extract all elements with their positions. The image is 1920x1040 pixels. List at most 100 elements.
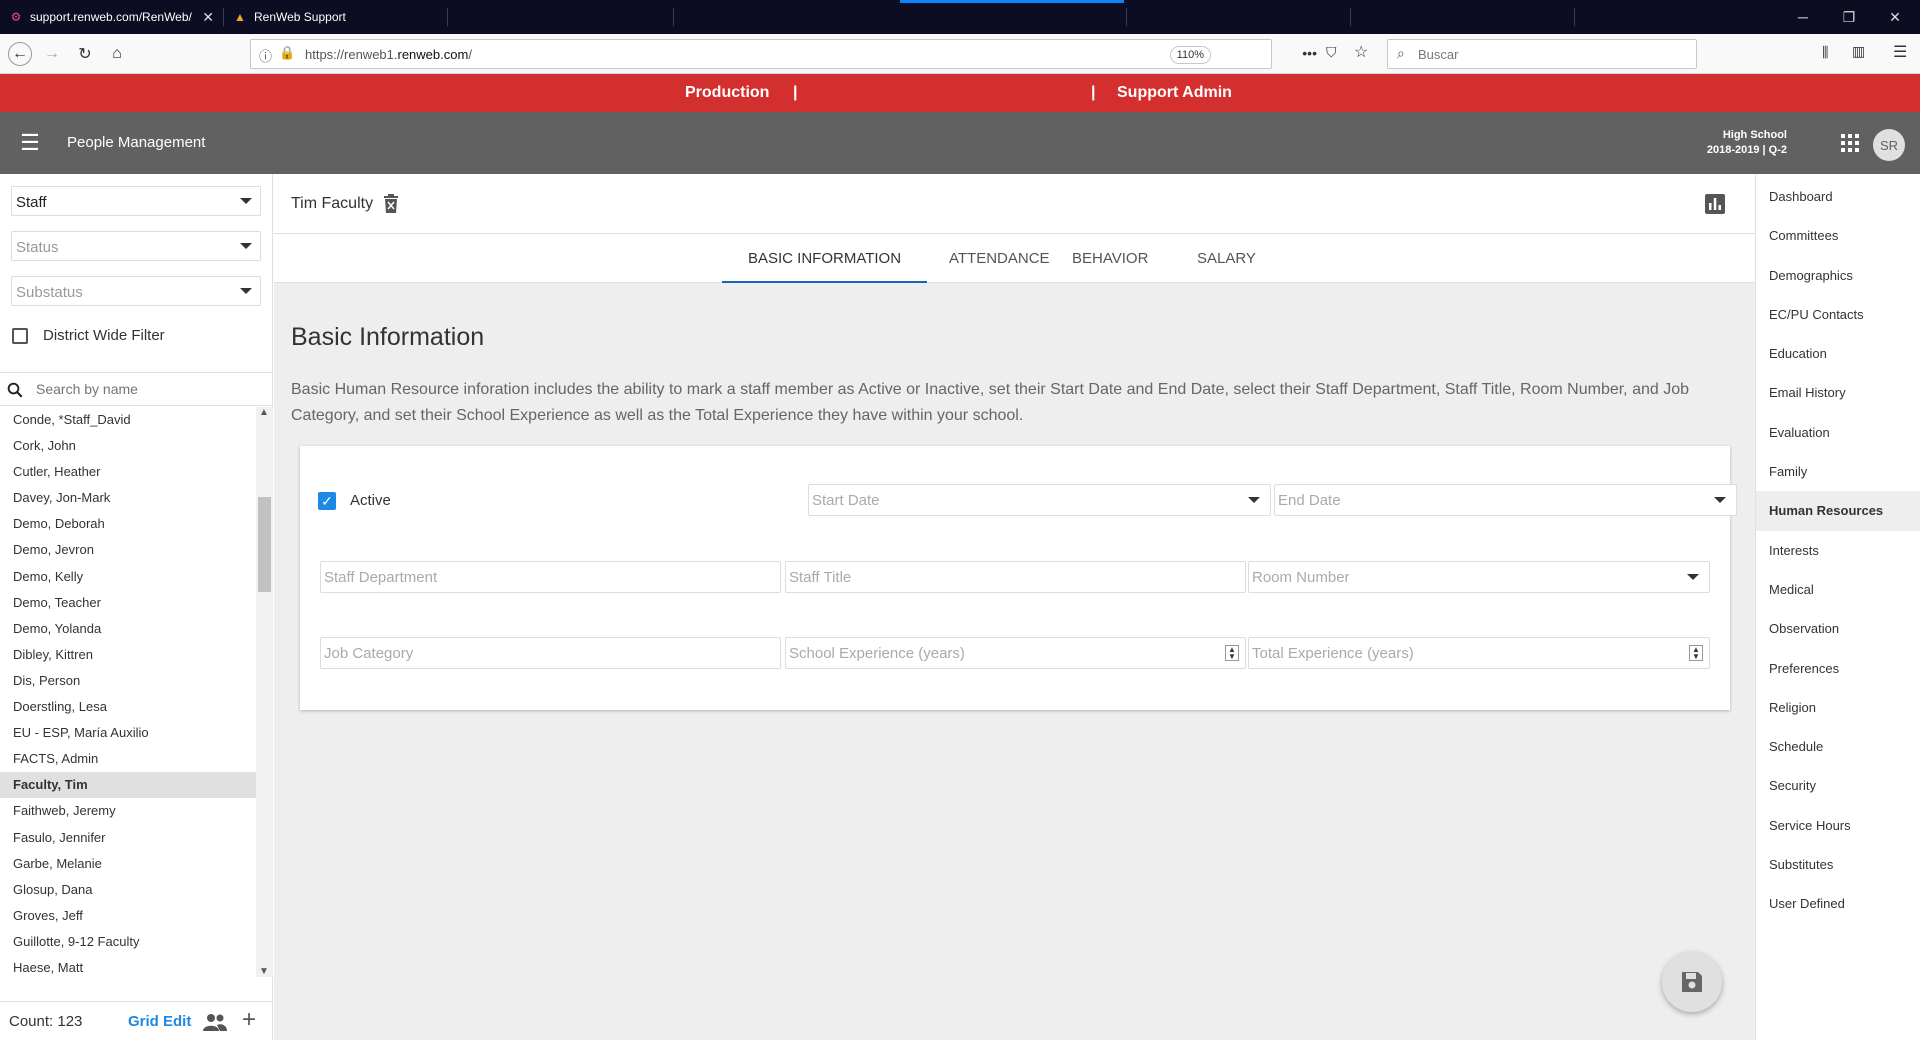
close-tab-icon[interactable]: ✕: [202, 9, 214, 26]
tab-behavior[interactable]: BEHAVIOR: [1046, 234, 1174, 283]
list-item[interactable]: Demo, Kelly: [0, 564, 256, 590]
list-item[interactable]: Demo, Deborah: [0, 511, 256, 537]
substatus-select[interactable]: Substatus: [11, 276, 261, 306]
list-item[interactable]: Cutler, Heather: [0, 459, 256, 485]
close-window-icon[interactable]: ✕: [1872, 0, 1918, 34]
forward-icon[interactable]: →: [40, 42, 64, 66]
school-term-selector[interactable]: High School 2018-2019 | Q-2: [1707, 128, 1787, 158]
list-item[interactable]: Davey, Jon-Mark: [0, 485, 256, 511]
list-item[interactable]: Glosup, Dana: [0, 877, 256, 903]
list-item[interactable]: Groves, Jeff: [0, 903, 256, 929]
list-item[interactable]: Dis, Person: [0, 668, 256, 694]
section-nav-item[interactable]: Family: [1756, 452, 1920, 491]
avatar[interactable]: SR: [1873, 129, 1905, 161]
section-nav-item[interactable]: Substitutes: [1756, 845, 1920, 884]
list-item[interactable]: Cork, John: [0, 433, 256, 459]
section-nav-item[interactable]: Medical: [1756, 570, 1920, 609]
person-type-select[interactable]: Staff: [11, 186, 261, 216]
school-experience-field[interactable]: School Experience (years) ▲ ▼: [785, 637, 1246, 669]
list-item[interactable]: Dibley, Kittren: [0, 642, 256, 668]
save-button[interactable]: [1662, 952, 1722, 1012]
reload-icon[interactable]: ↻: [73, 42, 97, 66]
bookmark-star-icon[interactable]: ☆: [1354, 42, 1368, 62]
list-item[interactable]: FACTS, Admin: [0, 746, 256, 772]
people-list-panel: Staff Status Substatus District Wide Fil…: [0, 174, 273, 1040]
section-nav-item[interactable]: EC/PU Contacts: [1756, 295, 1920, 334]
add-person-icon[interactable]: +: [242, 1006, 256, 1034]
list-scrollbar[interactable]: ▲ ▼: [256, 407, 273, 977]
scrollbar-thumb[interactable]: [258, 497, 271, 592]
grid-edit-button[interactable]: Grid Edit: [128, 1013, 191, 1030]
search-input[interactable]: [36, 381, 256, 397]
save-icon: [1682, 972, 1702, 992]
list-item[interactable]: Doerstling, Lesa: [0, 694, 256, 720]
total-experience-field[interactable]: Total Experience (years) ▲ ▼: [1248, 637, 1710, 669]
list-item[interactable]: EU - ESP, María Auxilio: [0, 720, 256, 746]
list-item[interactable]: Haese, Matt: [0, 955, 256, 977]
section-nav-item[interactable]: Interests: [1756, 531, 1920, 570]
back-icon[interactable]: ←: [8, 42, 32, 66]
list-item[interactable]: Faculty, Tim: [0, 772, 256, 799]
section-nav-item[interactable]: Human Resources: [1756, 491, 1920, 531]
list-item[interactable]: Demo, Yolanda: [0, 616, 256, 642]
section-nav-item[interactable]: Education: [1756, 334, 1920, 373]
minimize-icon[interactable]: ─: [1780, 0, 1826, 34]
staff-department-field[interactable]: Staff Department: [320, 561, 781, 593]
list-item[interactable]: Demo, Jevron: [0, 537, 256, 563]
section-nav-item[interactable]: Schedule: [1756, 727, 1920, 766]
url-bar[interactable]: ⓘ 🔒 https://renweb1.renweb.com/ 110% •••: [250, 39, 1317, 69]
district-wide-checkbox[interactable]: [12, 327, 28, 344]
status-select[interactable]: Status: [11, 231, 261, 261]
section-nav-item[interactable]: Observation: [1756, 609, 1920, 648]
section-nav-item[interactable]: Demographics: [1756, 256, 1920, 295]
start-date-field[interactable]: Start Date: [808, 484, 1271, 516]
district-wide-filter[interactable]: District Wide Filter: [12, 327, 165, 344]
list-item[interactable]: Conde, *Staff_David: [0, 407, 256, 433]
menu-icon[interactable]: ☰: [18, 131, 42, 155]
section-nav-item[interactable]: Religion: [1756, 688, 1920, 727]
more-actions-icon[interactable]: •••: [1302, 45, 1317, 61]
section-nav-item[interactable]: Email History: [1756, 373, 1920, 412]
zoom-level[interactable]: 110%: [1169, 46, 1211, 64]
scroll-down-icon[interactable]: ▼: [259, 966, 269, 977]
list-item[interactable]: Faithweb, Jeremy: [0, 798, 256, 824]
basic-information-form: ✓ Active Start Date End Date Staff Depar…: [300, 446, 1737, 710]
staff-title-field[interactable]: Staff Title: [785, 561, 1246, 593]
list-item[interactable]: Guillotte, 9-12 Faculty: [0, 929, 256, 955]
restore-icon[interactable]: ❐: [1826, 0, 1872, 34]
section-nav-item[interactable]: Preferences: [1756, 649, 1920, 688]
tab-salary[interactable]: SALARY: [1171, 234, 1282, 283]
number-spinner-icon[interactable]: ▲ ▼: [1689, 645, 1703, 661]
room-number-field[interactable]: Room Number: [1248, 561, 1710, 593]
library-icon[interactable]: ⫼: [1822, 44, 1828, 61]
person-sections-nav: Dashboard Committees Demographics EC/PU Con…: [1755, 174, 1920, 1040]
tab-basic-information[interactable]: BASIC INFORMATION: [722, 234, 928, 283]
apps-grid-icon[interactable]: [1838, 131, 1862, 155]
browser-search-input[interactable]: ⌕ Buscar: [1387, 39, 1697, 69]
lock-icon: 🔒: [279, 45, 296, 60]
section-nav-item[interactable]: Service Hours: [1756, 806, 1920, 845]
report-chart-icon[interactable]: [1705, 194, 1725, 214]
active-checkbox[interactable]: ✓: [318, 492, 336, 510]
end-date-field[interactable]: End Date: [1274, 484, 1737, 516]
browser-tab-1[interactable]: ⚙ support.renweb.com/RenWeb/ ✕: [0, 0, 222, 34]
section-nav-item[interactable]: Committees: [1756, 216, 1920, 255]
pocket-icon[interactable]: ⛉: [1326, 44, 1337, 61]
site-info-icon[interactable]: ⓘ: [259, 46, 272, 65]
section-nav-item[interactable]: Security: [1756, 766, 1920, 805]
hamburger-menu-icon[interactable]: ☰: [1893, 42, 1907, 62]
browser-tab-2[interactable]: ▲ RenWeb Support: [224, 0, 446, 34]
list-item[interactable]: Garbe, Melanie: [0, 851, 256, 877]
sidebar-toggle-icon[interactable]: ▥: [1852, 43, 1865, 60]
job-category-field[interactable]: Job Category: [320, 637, 781, 669]
section-nav-item[interactable]: Dashboard: [1756, 177, 1920, 216]
section-nav-item[interactable]: Evaluation: [1756, 413, 1920, 452]
delete-person-icon[interactable]: [383, 194, 399, 214]
scroll-up-icon[interactable]: ▲: [259, 407, 269, 418]
home-icon[interactable]: ⌂: [105, 42, 129, 66]
list-item[interactable]: Fasulo, Jennifer: [0, 825, 256, 851]
list-item[interactable]: Demo, Teacher: [0, 590, 256, 616]
number-spinner-icon[interactable]: ▲ ▼: [1225, 645, 1239, 661]
group-icon[interactable]: [203, 1012, 227, 1032]
section-nav-item[interactable]: User Defined: [1756, 884, 1920, 923]
